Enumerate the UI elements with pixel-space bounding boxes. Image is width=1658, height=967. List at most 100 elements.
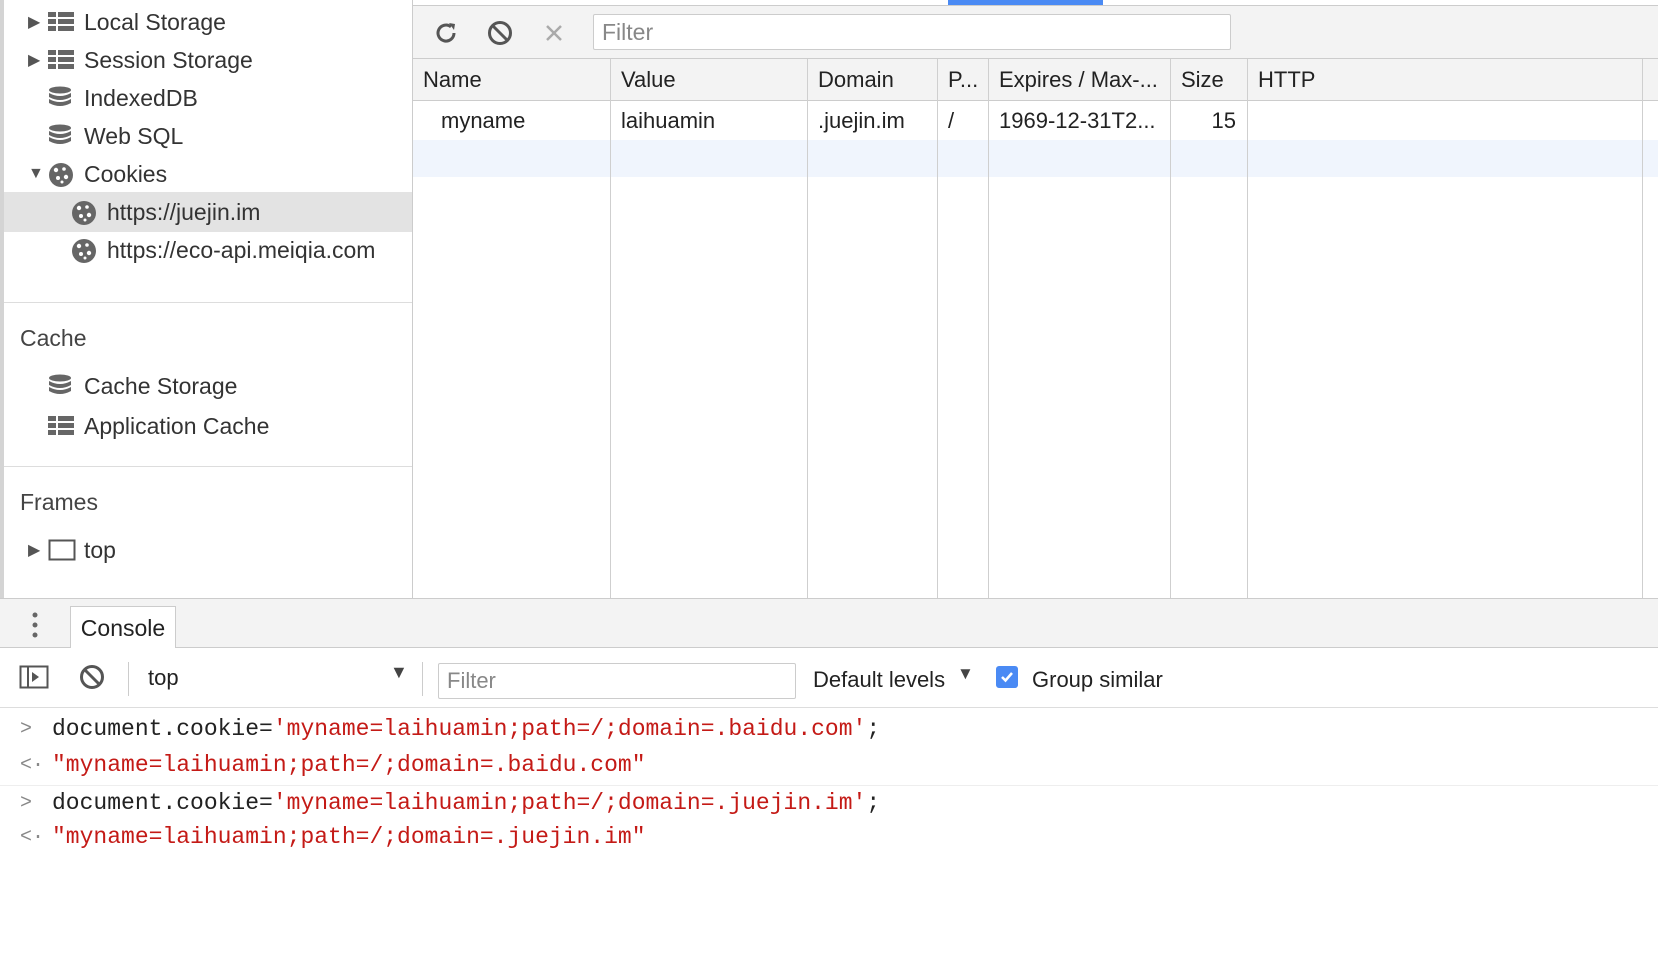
- column-divider[interactable]: [937, 59, 938, 598]
- console-result-line[interactable]: <· "myname=laihuamin;path=/;domain=.baid…: [0, 747, 1658, 784]
- column-header-path[interactable]: P...: [938, 59, 989, 101]
- column-header-name[interactable]: Name: [413, 59, 611, 101]
- sidebar-toggle-icon: [19, 665, 49, 689]
- sidebar-item-label: top: [84, 537, 116, 563]
- console-code: "myname=laihuamin;path=/;domain=.juejin.…: [52, 819, 646, 856]
- column-divider[interactable]: [1247, 59, 1248, 598]
- group-similar-checkbox[interactable]: [996, 666, 1018, 688]
- collapse-arrow-icon[interactable]: ▼: [28, 154, 44, 194]
- expand-arrow-icon[interactable]: ▶: [28, 530, 40, 570]
- column-header-http[interactable]: HTTP: [1248, 59, 1658, 101]
- input-prompt-icon: >: [20, 718, 33, 741]
- cell-name[interactable]: myname: [413, 102, 611, 140]
- column-header-expires[interactable]: Expires / Max-...: [989, 59, 1171, 101]
- console-code: document.cookie='myname=laihuamin;path=/…: [52, 785, 880, 822]
- drawer-menu-button[interactable]: [30, 611, 40, 644]
- cell-domain[interactable]: .juejin.im: [808, 102, 938, 140]
- refresh-icon: [436, 23, 456, 43]
- cookie-icon: [48, 162, 74, 187]
- sidebar-item-session-storage[interactable]: ▶ Session Storage: [4, 40, 412, 80]
- cell-http[interactable]: [1248, 102, 1658, 140]
- sidebar-item-indexeddb[interactable]: IndexedDB: [4, 78, 412, 118]
- tab-console[interactable]: Console: [70, 606, 176, 649]
- database-icon: [48, 124, 74, 148]
- clear-all-button[interactable]: [485, 18, 515, 48]
- sidebar-item-label: Web SQL: [84, 123, 184, 149]
- database-icon: [48, 374, 74, 398]
- cell-size[interactable]: 15: [1171, 102, 1248, 140]
- column-header-value[interactable]: Value: [611, 59, 808, 101]
- cell-path[interactable]: /: [938, 102, 989, 140]
- sidebar-divider: [4, 302, 412, 303]
- toolbar-separator: [128, 662, 129, 696]
- log-levels-dropdown[interactable]: Default levels: [813, 667, 945, 693]
- sidebar-item-frame-top[interactable]: ▶ top: [4, 530, 412, 570]
- sidebar-item-application-cache[interactable]: Application Cache: [4, 406, 412, 446]
- section-title-cache: Cache: [20, 325, 87, 351]
- code-string: "myname=laihuamin;path=/;domain=.baidu.c…: [52, 752, 646, 778]
- show-sidebar-button[interactable]: [19, 663, 49, 696]
- code-string: 'myname=laihuamin;path=/;domain=.baidu.c…: [272, 716, 867, 742]
- drawer-tabbar: Console: [0, 598, 1658, 649]
- cookies-table: Name Value Domain P... Expires / Max-...…: [413, 59, 1658, 598]
- sidebar-divider: [4, 466, 412, 467]
- close-icon: [546, 25, 562, 41]
- cookies-toolbar: [413, 6, 1658, 59]
- active-tab-indicator: [948, 0, 1103, 5]
- cookie-filter-input[interactable]: [593, 14, 1231, 50]
- more-vertical-icon: [32, 612, 38, 638]
- console-output: > document.cookie='myname=laihuamin;path…: [0, 708, 1658, 862]
- sidebar-item-label: Session Storage: [84, 47, 253, 73]
- delete-selected-button[interactable]: [539, 18, 569, 48]
- grid-table-icon: [48, 10, 74, 34]
- context-selector[interactable]: top: [148, 665, 179, 691]
- column-divider[interactable]: [988, 59, 989, 598]
- sidebar-item-label: Local Storage: [84, 9, 226, 35]
- application-sidebar: ▶ Local Storage ▶ Session Storage Indexe…: [0, 0, 413, 598]
- toolbar-separator: [422, 662, 423, 696]
- column-header-size[interactable]: Size: [1171, 59, 1248, 101]
- column-divider[interactable]: [807, 59, 808, 598]
- input-prompt-icon: >: [20, 792, 33, 815]
- block-icon: [80, 665, 104, 689]
- console-toolbar: top ▼ Default levels ▼ Group similar: [0, 648, 1658, 708]
- console-code: document.cookie='myname=laihuamin;path=/…: [52, 711, 880, 748]
- code-fragment: ;: [866, 716, 881, 742]
- grid-table-icon: [48, 414, 74, 438]
- dropdown-arrow-icon[interactable]: ▼: [390, 662, 408, 683]
- code-string: "myname=laihuamin;path=/;domain=.juejin.…: [52, 824, 646, 850]
- column-divider[interactable]: [1642, 59, 1643, 598]
- sidebar-item-cookie-meiqia[interactable]: https://eco-api.meiqia.com: [4, 230, 412, 270]
- code-fragment: document.cookie=: [52, 716, 273, 742]
- grid-table-icon: [48, 48, 74, 72]
- result-arrow-icon: <·: [20, 826, 45, 849]
- frame-window-icon: [48, 538, 76, 562]
- sidebar-item-cookie-juejin[interactable]: https://juejin.im: [4, 192, 412, 232]
- sidebar-item-label: Cookies: [84, 161, 168, 187]
- sidebar-item-cookies[interactable]: ▼ Cookies: [4, 154, 412, 194]
- sidebar-item-local-storage[interactable]: ▶ Local Storage: [4, 2, 412, 42]
- sidebar-item-cache-storage[interactable]: Cache Storage: [4, 366, 412, 406]
- clear-console-button[interactable]: [78, 663, 106, 696]
- console-input-line[interactable]: > document.cookie='myname=laihuamin;path…: [0, 785, 1658, 822]
- expand-arrow-icon[interactable]: ▶: [28, 40, 40, 80]
- sidebar-item-label: https://juejin.im: [107, 199, 261, 225]
- sidebar-item-label: Cache Storage: [84, 373, 238, 399]
- console-result-line[interactable]: <· "myname=laihuamin;path=/;domain=.juej…: [0, 819, 1658, 856]
- sidebar-item-web-sql[interactable]: Web SQL: [4, 116, 412, 156]
- refresh-button[interactable]: [431, 18, 461, 48]
- column-divider[interactable]: [610, 59, 611, 598]
- dropdown-arrow-icon[interactable]: ▼: [957, 664, 974, 684]
- console-filter-input[interactable]: [438, 663, 796, 699]
- database-icon: [48, 86, 74, 110]
- expand-arrow-icon[interactable]: ▶: [28, 2, 40, 42]
- cookie-icon: [71, 200, 97, 225]
- console-input-line[interactable]: > document.cookie='myname=laihuamin;path…: [0, 711, 1658, 748]
- code-fragment: document.cookie=: [52, 790, 273, 816]
- column-header-domain[interactable]: Domain: [808, 59, 938, 101]
- code-string: 'myname=laihuamin;path=/;domain=.juejin.…: [272, 790, 867, 816]
- cell-expires[interactable]: 1969-12-31T2...: [989, 102, 1171, 140]
- cookie-icon: [71, 238, 97, 263]
- column-divider[interactable]: [1170, 59, 1171, 598]
- cell-value[interactable]: laihuamin: [611, 102, 808, 140]
